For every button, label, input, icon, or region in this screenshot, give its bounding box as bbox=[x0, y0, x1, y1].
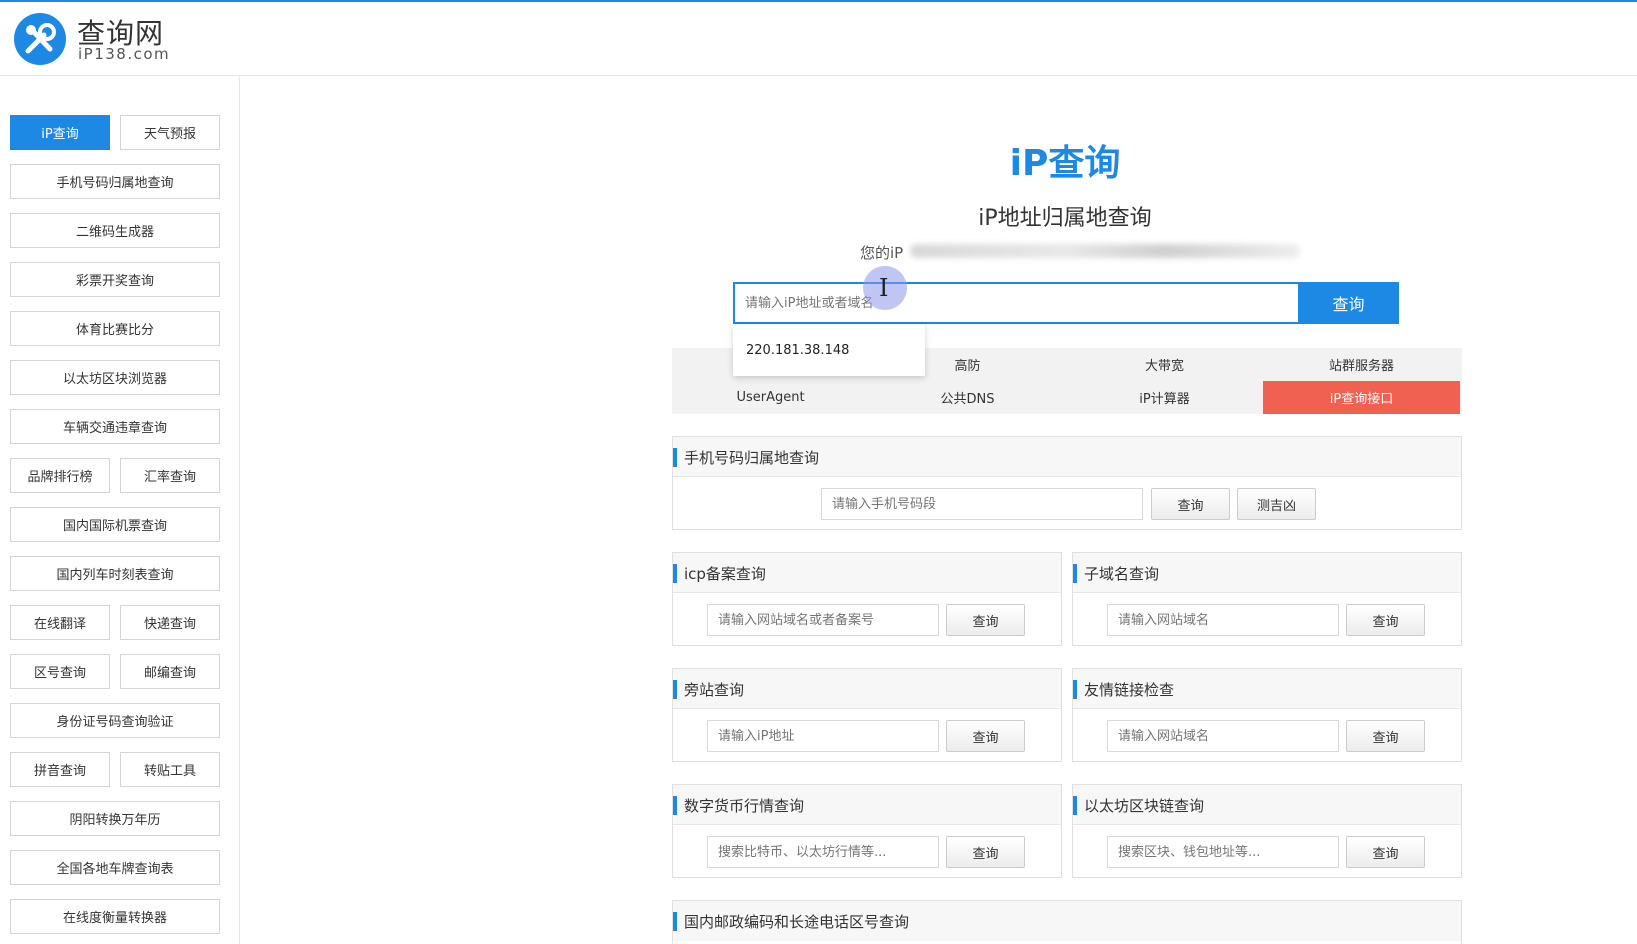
site-header: 查询网 iP138.com bbox=[0, 2, 1637, 76]
sidebar-item-pinyin[interactable]: 拼音查询 bbox=[10, 752, 110, 787]
panel-title: 数字货币行情查询 bbox=[684, 797, 805, 815]
text-cursor-icon: I bbox=[879, 274, 889, 302]
sidebar: iP查询 天气预报 手机号码归属地查询 二维码生成器 彩票开奖查询 体育比赛比分… bbox=[0, 77, 240, 944]
sidebar-item-eth-explorer[interactable]: 以太坊区块浏览器 bbox=[10, 360, 220, 395]
sidebar-item-sports[interactable]: 体育比赛比分 bbox=[10, 311, 220, 346]
quick-link-ip-calculator[interactable]: iP计算器 bbox=[1066, 381, 1263, 414]
phone-input[interactable] bbox=[822, 489, 1142, 519]
crypto-query-panel: 数字货币行情查询 查询 bbox=[672, 784, 1062, 878]
eth-query-button[interactable]: 查询 bbox=[1346, 836, 1425, 868]
panel-header: icp备案查询 bbox=[673, 553, 1061, 593]
sidebar-item-brand-rank[interactable]: 品牌排行榜 bbox=[10, 458, 110, 493]
blurred-ip-value bbox=[910, 244, 1300, 258]
icp-field[interactable] bbox=[707, 604, 939, 636]
sidebar-item-calendar[interactable]: 阴阳转换万年历 bbox=[10, 801, 220, 836]
tools-logo-icon[interactable] bbox=[14, 13, 66, 65]
postal-query-panel: 国内邮政编码和长途电话区号查询 bbox=[672, 900, 1462, 944]
panel-title: 子域名查询 bbox=[1084, 565, 1160, 583]
autocomplete-suggestion[interactable]: 220.181.38.148 bbox=[733, 324, 925, 376]
panel-header: 手机号码归属地查询 bbox=[673, 437, 1461, 477]
site-domain[interactable]: iP138.com bbox=[78, 45, 170, 63]
sidebar-item-express[interactable]: 快递查询 bbox=[120, 605, 220, 640]
panel-title: icp备案查询 bbox=[684, 565, 766, 583]
subdomain-query-panel: 子域名查询 查询 bbox=[1072, 552, 1462, 646]
icp-query-button[interactable]: 查询 bbox=[946, 604, 1025, 636]
panel-title: 旁站查询 bbox=[684, 681, 745, 699]
sidebar-item-exchange[interactable]: 汇率查询 bbox=[120, 458, 220, 493]
fortune-button[interactable]: 测吉凶 bbox=[1237, 488, 1316, 520]
sidebar-item-trains[interactable]: 国内列车时刻表查询 bbox=[10, 556, 220, 591]
sidesite-input[interactable] bbox=[708, 721, 938, 751]
sidebar-item-weather[interactable]: 天气预报 bbox=[120, 115, 220, 150]
quick-link-useragent[interactable]: UserAgent bbox=[672, 381, 869, 414]
link-check-field[interactable] bbox=[1107, 720, 1339, 752]
sidebar-item-flights[interactable]: 国内国际机票查询 bbox=[10, 507, 220, 542]
page-subtitle: iP地址归属地查询 bbox=[978, 206, 1152, 231]
sidebar-item-traffic[interactable]: 车辆交通违章查询 bbox=[10, 409, 220, 444]
subdomain-query-button[interactable]: 查询 bbox=[1346, 604, 1425, 636]
quick-link-ip-api[interactable]: iP查询接口 bbox=[1263, 381, 1460, 414]
link-check-button[interactable]: 查询 bbox=[1346, 720, 1425, 752]
panel-header: 数字货币行情查询 bbox=[673, 785, 1061, 825]
sidebar-item-ip-query[interactable]: iP查询 bbox=[10, 115, 110, 150]
panel-header: 友情链接检查 bbox=[1073, 669, 1461, 709]
sidebar-item-phone-location[interactable]: 手机号码归属地查询 bbox=[10, 164, 220, 199]
your-ip-label: 您的iP bbox=[860, 244, 904, 262]
panel-header: 子域名查询 bbox=[1073, 553, 1461, 593]
link-check-panel: 友情链接检查 查询 bbox=[1072, 668, 1462, 762]
sidebar-item-unit-converter[interactable]: 在线度衡量转换器 bbox=[10, 899, 220, 934]
panel-title: 友情链接检查 bbox=[1084, 681, 1175, 699]
page-title: iP查询 bbox=[1009, 143, 1121, 184]
phone-field[interactable] bbox=[821, 488, 1143, 520]
quick-link-site-group[interactable]: 站群服务器 bbox=[1263, 348, 1460, 381]
crypto-query-button[interactable]: 查询 bbox=[946, 836, 1025, 868]
sidebar-item-repost-tool[interactable]: 转贴工具 bbox=[120, 752, 220, 787]
sidebar-item-license-plate[interactable]: 全国各地车牌查询表 bbox=[10, 850, 220, 885]
eth-field[interactable] bbox=[1107, 836, 1339, 868]
sidebar-item-areacode[interactable]: 区号查询 bbox=[10, 654, 110, 689]
quick-link-bandwidth[interactable]: 大带宽 bbox=[1066, 348, 1263, 381]
icp-input[interactable] bbox=[708, 605, 938, 635]
panel-header: 旁站查询 bbox=[673, 669, 1061, 709]
sidesite-query-button[interactable]: 查询 bbox=[946, 720, 1025, 752]
eth-query-panel: 以太坊区块链查询 查询 bbox=[1072, 784, 1462, 878]
panel-header: 以太坊区块链查询 bbox=[1073, 785, 1461, 825]
link-check-input[interactable] bbox=[1108, 721, 1338, 751]
icp-query-panel: icp备案查询 查询 bbox=[672, 552, 1062, 646]
sidebar-item-translate[interactable]: 在线翻译 bbox=[10, 605, 110, 640]
crypto-field[interactable] bbox=[707, 836, 939, 868]
sidesite-field[interactable] bbox=[707, 720, 939, 752]
quick-link-public-dns[interactable]: 公共DNS bbox=[869, 381, 1066, 414]
eth-input[interactable] bbox=[1108, 837, 1338, 867]
sidebar-item-qrcode[interactable]: 二维码生成器 bbox=[10, 213, 220, 248]
ip-search-button[interactable]: 查询 bbox=[1298, 282, 1399, 324]
sidebar-item-postcode[interactable]: 邮编查询 bbox=[120, 654, 220, 689]
ip-search-field[interactable] bbox=[733, 282, 1299, 324]
panel-title: 以太坊区块链查询 bbox=[1084, 797, 1205, 815]
ip-search-input[interactable] bbox=[735, 284, 1299, 322]
crypto-input[interactable] bbox=[708, 837, 938, 867]
panel-title: 国内邮政编码和长途电话区号查询 bbox=[684, 913, 910, 931]
panel-header: 国内邮政编码和长途电话区号查询 bbox=[673, 901, 1461, 941]
panel-title: 手机号码归属地查询 bbox=[684, 449, 820, 467]
sidesite-query-panel: 旁站查询 查询 bbox=[672, 668, 1062, 762]
sidebar-item-idcard[interactable]: 身份证号码查询验证 bbox=[10, 703, 220, 738]
phone-query-button[interactable]: 查询 bbox=[1151, 488, 1230, 520]
phone-query-panel: 手机号码归属地查询 查询 测吉凶 bbox=[672, 436, 1462, 530]
subdomain-input[interactable] bbox=[1108, 605, 1338, 635]
subdomain-field[interactable] bbox=[1107, 604, 1339, 636]
sidebar-item-lottery[interactable]: 彩票开奖查询 bbox=[10, 262, 220, 297]
